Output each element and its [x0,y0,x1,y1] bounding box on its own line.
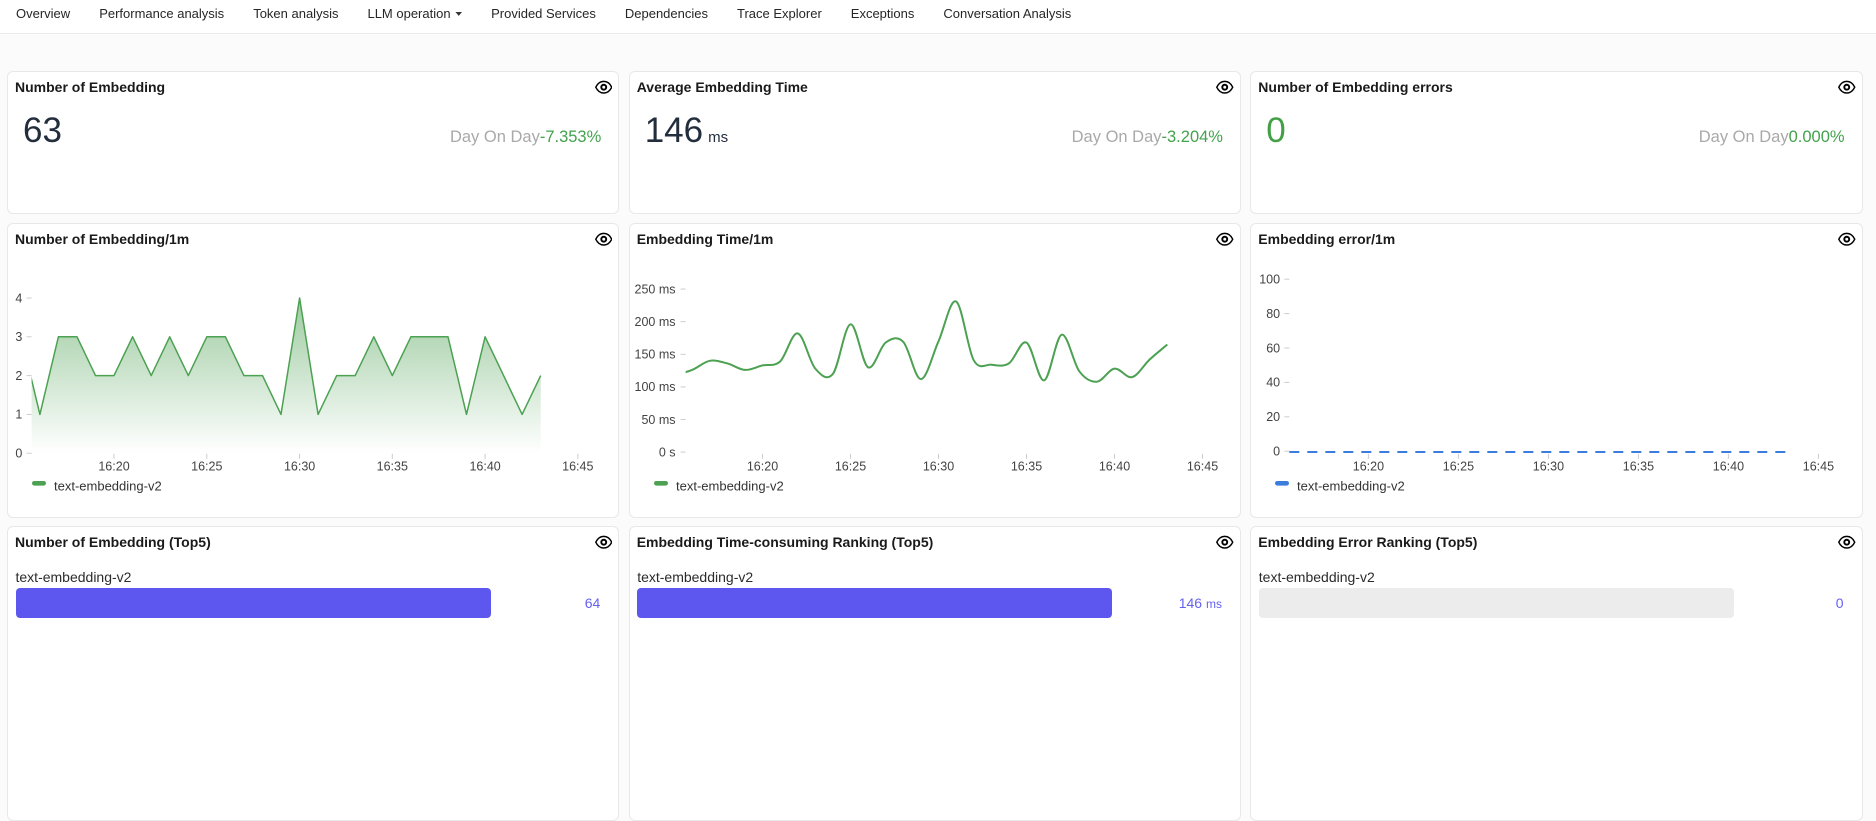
svg-text:text-embedding-v2: text-embedding-v2 [1297,479,1405,494]
svg-text:text-embedding-v2: text-embedding-v2 [54,479,162,494]
svg-text:16:35: 16:35 [377,460,408,474]
svg-text:16:20: 16:20 [747,460,778,474]
svg-text:16:20: 16:20 [1353,460,1384,474]
svg-text:150 ms: 150 ms [634,348,675,362]
svg-text:2: 2 [15,369,22,383]
svg-text:3: 3 [15,330,22,344]
svg-text:250 ms: 250 ms [634,283,675,297]
svg-text:16:25: 16:25 [1443,460,1474,474]
svg-text:16:35: 16:35 [1011,460,1042,474]
svg-text:16:40: 16:40 [469,460,500,474]
svg-text:40: 40 [1266,376,1280,390]
svg-text:100: 100 [1260,273,1281,287]
svg-text:0 s: 0 s [659,446,676,460]
svg-text:16:45: 16:45 [562,460,593,474]
svg-text:16:25: 16:25 [835,460,866,474]
svg-text:16:35: 16:35 [1623,460,1654,474]
svg-text:text-embedding-v2: text-embedding-v2 [676,479,784,494]
svg-text:0: 0 [15,447,22,461]
svg-text:100 ms: 100 ms [634,381,675,395]
svg-text:200 ms: 200 ms [634,315,675,329]
svg-text:16:45: 16:45 [1803,460,1834,474]
svg-text:16:40: 16:40 [1099,460,1130,474]
svg-text:16:30: 16:30 [923,460,954,474]
svg-text:0: 0 [1273,445,1280,459]
svg-text:1: 1 [15,408,22,422]
svg-text:4: 4 [15,292,22,306]
svg-text:16:20: 16:20 [98,460,129,474]
svg-text:16:30: 16:30 [284,460,315,474]
svg-text:50 ms: 50 ms [641,413,675,427]
svg-text:60: 60 [1266,342,1280,356]
svg-text:16:40: 16:40 [1713,460,1744,474]
svg-text:16:30: 16:30 [1533,460,1564,474]
svg-text:16:25: 16:25 [191,460,222,474]
svg-text:16:45: 16:45 [1187,460,1218,474]
svg-text:80: 80 [1266,307,1280,321]
svg-text:20: 20 [1266,410,1280,424]
